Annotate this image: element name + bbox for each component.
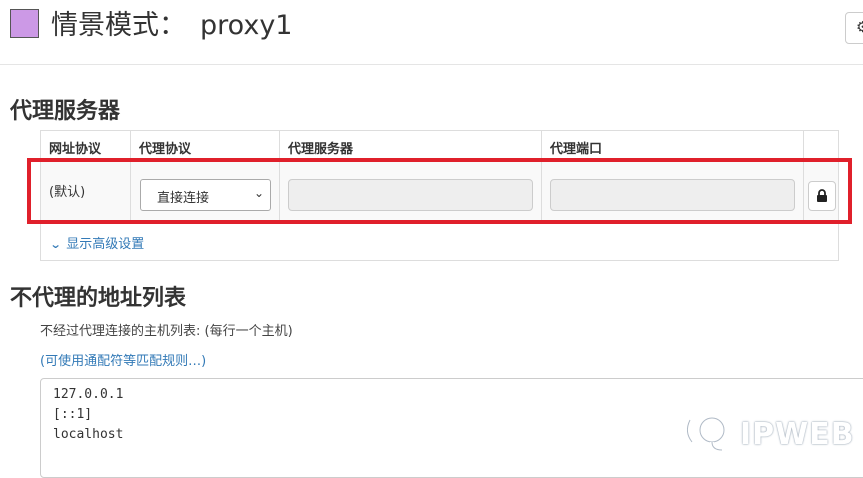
header-action-button[interactable]: ⚙ xyxy=(845,12,863,44)
bypass-list-description: 不经过代理连接的主机列表: (每行一个主机) xyxy=(40,324,293,339)
column-header-scheme: 网址协议 xyxy=(41,131,131,160)
watermark-text: IPWEB xyxy=(740,417,855,452)
profile-color-swatch[interactable] xyxy=(10,9,39,38)
watermark: IPWEB xyxy=(682,410,855,454)
page-header: 情景模式： proxy1 ⚙ xyxy=(0,0,863,65)
chevron-down-icon: ⌄ xyxy=(49,238,62,251)
bypass-list-heading: 不代理的地址列表 xyxy=(10,286,187,311)
bypass-entry: 127.0.0.1 xyxy=(53,387,124,402)
title-prefix: 情景模式： xyxy=(51,10,186,41)
page-title: 情景模式： proxy1 xyxy=(51,6,292,46)
wildcard-rules-link[interactable]: (可使用通配符等匹配规则…) xyxy=(40,350,206,369)
proxy-servers-heading: 代理服务器 xyxy=(10,99,121,124)
column-header-port: 代理端口 xyxy=(542,131,804,160)
column-header-server: 代理服务器 xyxy=(280,131,542,160)
gear-icon: ⚙ xyxy=(856,18,863,36)
bypass-entry: [::1] xyxy=(53,407,93,422)
table-header: 网址协议 代理协议 代理服务器 代理端口 xyxy=(41,131,838,161)
highlight-box xyxy=(27,158,852,224)
show-advanced-label: 显示高级设置 xyxy=(66,237,145,252)
column-header-protocol: 代理协议 xyxy=(131,131,280,160)
show-advanced-link[interactable]: ⌄ 显示高级设置 xyxy=(49,233,145,252)
bypass-entry: localhost xyxy=(53,427,124,442)
column-header-actions xyxy=(804,131,838,160)
profile-name[interactable]: proxy1 xyxy=(200,10,292,41)
watermark-logo-icon xyxy=(685,415,727,452)
